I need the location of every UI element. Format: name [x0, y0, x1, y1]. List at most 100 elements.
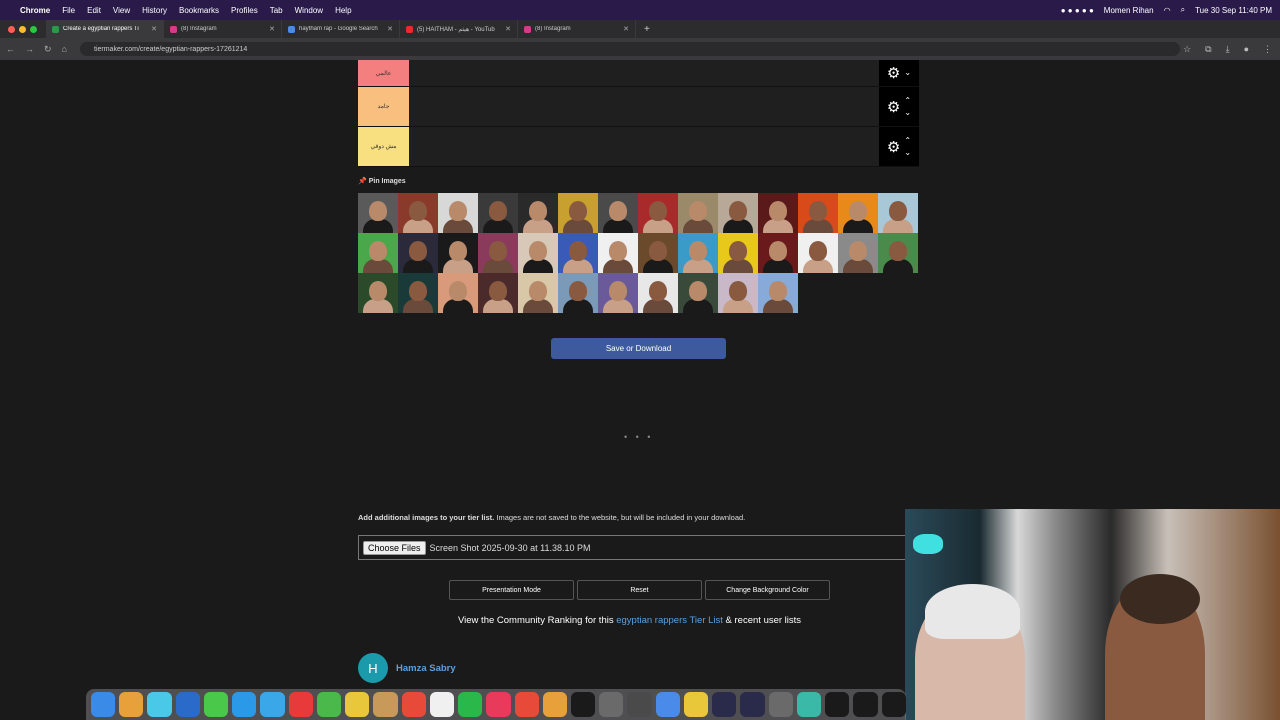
rapper-image-tile[interactable] — [718, 273, 758, 313]
close-tab-icon[interactable]: ✕ — [505, 25, 511, 33]
minimize-window-button[interactable] — [19, 25, 26, 33]
rapper-image-tile[interactable] — [438, 233, 478, 273]
dock-app-icon[interactable] — [429, 692, 455, 717]
dock-app-icon[interactable] — [796, 692, 822, 717]
tab-tiermaker[interactable]: Create a egyptian rappers Ti ✕ — [46, 20, 164, 38]
rapper-image-tile[interactable] — [558, 273, 598, 313]
rapper-image-tile[interactable] — [438, 193, 478, 233]
rapper-image-tile[interactable] — [358, 193, 398, 233]
rapper-image-tile[interactable] — [358, 233, 398, 273]
rapper-image-tile[interactable] — [558, 193, 598, 233]
rapper-image-tile[interactable] — [718, 193, 758, 233]
dock-app-icon[interactable] — [514, 692, 539, 717]
rapper-image-tile[interactable] — [758, 233, 798, 273]
dock-app-icon[interactable] — [768, 692, 793, 717]
reload-icon[interactable]: ↻ — [44, 44, 52, 55]
tier-drop-zone[interactable] — [409, 60, 879, 86]
rapper-image-tile[interactable] — [798, 233, 838, 273]
rapper-image-tile[interactable] — [678, 273, 718, 313]
rapper-image-tile[interactable] — [478, 233, 518, 273]
user-entry[interactable]: H Hamza Sabry — [358, 653, 456, 683]
menu-tab[interactable]: Tab — [270, 6, 283, 15]
dock-app-icon[interactable] — [683, 692, 709, 717]
dock-app-icon[interactable] — [232, 692, 257, 717]
chevron-down-icon[interactable]: ⌄ — [904, 107, 911, 119]
choose-files-button[interactable]: Choose Files — [363, 540, 426, 555]
clock[interactable]: Tue 30 Sep 11:40 PM — [1195, 6, 1272, 15]
menu-file[interactable]: File — [62, 6, 75, 15]
menu-history[interactable]: History — [142, 6, 167, 15]
dock-app-icon[interactable] — [147, 692, 172, 717]
dock-app-icon[interactable] — [655, 692, 680, 717]
rapper-image-tile[interactable] — [478, 273, 518, 313]
close-tab-icon[interactable]: ✕ — [151, 25, 157, 33]
chevron-down-icon[interactable]: ⌄ — [904, 67, 911, 79]
search-icon[interactable]: ⌕ — [1181, 5, 1185, 15]
dock-app-icon[interactable] — [203, 692, 229, 717]
rapper-image-tile[interactable] — [518, 193, 558, 233]
tier-label[interactable]: عالمي — [358, 60, 409, 86]
chevron-up-icon[interactable]: ⌃ — [904, 95, 911, 107]
rapper-image-tile[interactable] — [598, 233, 638, 273]
rapper-image-tile[interactable] — [878, 193, 918, 233]
close-tab-icon[interactable]: ✕ — [623, 25, 629, 33]
file-input[interactable]: Choose Files Screen Shot 2025-09-30 at 1… — [358, 535, 918, 560]
home-icon[interactable]: ⌂ — [62, 44, 67, 55]
gear-icon[interactable]: ⚙ — [887, 138, 900, 156]
rapper-image-tile[interactable] — [758, 273, 798, 313]
tab-google-search[interactable]: haytham rap - Google Search ✕ — [282, 20, 400, 38]
rapper-image-tile[interactable] — [598, 193, 638, 233]
profile-icon[interactable]: ● — [1244, 44, 1249, 55]
dock-app-icon[interactable] — [853, 692, 878, 717]
tab-instagram-2[interactable]: (8) Instagram ✕ — [518, 20, 636, 38]
tier-drop-zone[interactable] — [409, 87, 879, 126]
change-background-color-button[interactable]: Change Background Color — [705, 580, 830, 600]
user-name[interactable]: Momen Rihan — [1104, 6, 1154, 15]
bookmark-star-icon[interactable]: ☆ — [1183, 44, 1191, 55]
dock-app-icon[interactable] — [288, 692, 313, 717]
rapper-image-tile[interactable] — [718, 233, 758, 273]
dock-app-icon[interactable] — [542, 692, 567, 717]
tier-drop-zone[interactable] — [409, 127, 879, 166]
wifi-icon[interactable]: ◠ — [1164, 6, 1171, 15]
dock-app-icon[interactable] — [740, 692, 765, 717]
gear-icon[interactable]: ⚙ — [887, 98, 900, 116]
dock-app-icon[interactable] — [373, 692, 398, 717]
save-download-button[interactable]: Save or Download — [551, 338, 726, 359]
dock-app-icon[interactable] — [458, 692, 483, 717]
dock-app-icon[interactable] — [91, 692, 116, 717]
rapper-image-tile[interactable] — [638, 193, 678, 233]
status-icons[interactable]: ● ● ● ● ● — [1061, 6, 1094, 15]
close-tab-icon[interactable]: ✕ — [387, 25, 393, 33]
app-menu[interactable]: Chrome — [20, 6, 50, 15]
new-tab-icon[interactable]: + — [636, 24, 650, 35]
dock-app-icon[interactable] — [401, 692, 426, 717]
rapper-image-tile[interactable] — [838, 233, 878, 273]
rapper-image-tile[interactable] — [398, 193, 438, 233]
rapper-image-tile[interactable] — [478, 193, 518, 233]
chevron-down-icon[interactable]: ⌄ — [904, 147, 911, 159]
forward-icon[interactable]: → — [25, 44, 34, 55]
more-menu-icon[interactable]: ⋮ — [1263, 44, 1272, 55]
rapper-image-tile[interactable] — [598, 273, 638, 313]
dock-app-icon[interactable] — [881, 692, 906, 717]
rapper-image-tile[interactable] — [758, 193, 798, 233]
rapper-image-tile[interactable] — [558, 233, 598, 273]
rapper-image-tile[interactable] — [638, 233, 678, 273]
rapper-image-tile[interactable] — [438, 273, 478, 313]
dock-app-icon[interactable] — [712, 692, 737, 717]
extensions-icon[interactable]: ⧉ — [1205, 44, 1211, 55]
menu-view[interactable]: View — [113, 6, 130, 15]
rapper-image-tile[interactable] — [518, 273, 558, 313]
menu-edit[interactable]: Edit — [87, 6, 101, 15]
dock-app-icon[interactable] — [486, 692, 511, 717]
rapper-image-tile[interactable] — [358, 273, 398, 313]
dock-app-icon[interactable] — [316, 692, 342, 717]
dock-app-icon[interactable] — [599, 692, 624, 717]
back-icon[interactable]: ← — [6, 44, 15, 55]
gear-icon[interactable]: ⚙ — [887, 64, 900, 82]
rapper-image-tile[interactable] — [798, 193, 838, 233]
dock-app-icon[interactable] — [345, 692, 370, 717]
tier-label[interactable]: جامد — [358, 87, 409, 126]
dock-app-icon[interactable] — [260, 692, 285, 717]
